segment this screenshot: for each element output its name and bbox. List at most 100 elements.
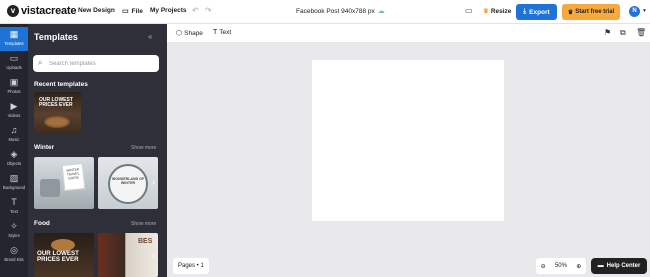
logo[interactable]: v vistacreate: [7, 5, 76, 17]
rail-item-styles[interactable]: ✧ Styles: [0, 219, 28, 243]
zoom-value[interactable]: 50%: [555, 263, 567, 269]
panel-title: Templates: [34, 32, 78, 42]
thumbnail-text: BES: [138, 238, 153, 245]
uploads-icon: ▭: [9, 53, 19, 63]
chat-icon: ▬: [597, 263, 604, 269]
photos-icon: ▣: [9, 77, 19, 87]
winter-photo: [40, 179, 60, 197]
thumbnail-text: OUR LOWEST PRICES EVER: [39, 97, 73, 108]
file-menu[interactable]: ▭ File: [122, 7, 143, 15]
rail-label: Styles: [8, 233, 20, 238]
food-plate-image: [44, 116, 70, 128]
crown-icon: ♛: [483, 8, 489, 15]
document-title-text: Facebook Post 940x788 px: [296, 8, 375, 15]
left-rail: ▦ Templates ▭ Uploads ▣ Photos ▶ Videos ♫ Mus…: [0, 24, 28, 277]
search-input[interactable]: [49, 57, 155, 70]
rail-item-uploads[interactable]: ▭ Uploads: [0, 51, 28, 75]
text-tool-button[interactable]: T Text: [213, 29, 231, 36]
text-label: Text: [219, 29, 232, 36]
search-icon: ⌕: [38, 58, 43, 67]
brand-kits-icon: ◎: [10, 245, 18, 255]
text-icon: T: [213, 29, 218, 36]
food-heading: Food: [34, 220, 50, 227]
file-menu-label: File: [131, 8, 143, 15]
rail-item-objects[interactable]: ◈ Objects: [0, 147, 28, 171]
thumbnail-text: OUR LOWEST PRICES EVER: [37, 250, 79, 263]
preview-monitor-icon[interactable]: ▭: [465, 6, 473, 15]
help-center-button[interactable]: ▬ Help Center: [591, 258, 647, 274]
rail-label: Videos: [7, 113, 21, 118]
shape-tool-button[interactable]: ⬡ Shape: [176, 29, 203, 37]
rail-item-brand-kits[interactable]: ◎ Brand Kits: [0, 243, 28, 267]
crown-icon: ♛: [567, 9, 574, 16]
new-design-menu[interactable]: New Design: [78, 7, 115, 14]
trial-label: Start free trial: [575, 9, 615, 15]
search-box[interactable]: ⌕: [33, 55, 159, 72]
canvas-area: Pages • 1 ⊖ 50% ⊕ ▬ Help Center: [167, 43, 650, 277]
bookmark-icon[interactable]: ⚑: [604, 28, 611, 37]
zoom-in-icon[interactable]: ⊕: [576, 263, 581, 270]
zoom-out-icon[interactable]: ⊖: [541, 263, 546, 270]
export-label: Export: [529, 8, 550, 16]
undo-icon[interactable]: ↶: [192, 6, 199, 15]
logo-wordmark: vistacreate: [21, 5, 77, 17]
thumbnail-text: WONDERLAND OF WINTER: [111, 177, 145, 185]
my-projects-menu[interactable]: My Projects: [150, 7, 187, 14]
zoom-control: ⊖ 50% ⊕: [536, 258, 586, 274]
duplicate-icon[interactable]: ⧉: [620, 28, 626, 38]
rail-label: Templates: [4, 41, 24, 46]
objects-icon: ◈: [10, 149, 18, 159]
text-icon: T: [11, 197, 17, 207]
template-thumbnail-winter-1[interactable]: WINTER TRAVEL GUIDE: [34, 157, 94, 209]
pages-button[interactable]: Pages • 1: [173, 258, 209, 274]
templates-icon: ▦: [9, 29, 19, 39]
export-button[interactable]: ⤓ Export: [516, 4, 557, 20]
background-icon: ▨: [9, 173, 19, 183]
rail-item-photos[interactable]: ▣ Photos: [0, 75, 28, 99]
rail-item-music[interactable]: ♫ Music: [0, 123, 28, 147]
template-thumbnail-food-2[interactable]: BES: [98, 233, 158, 277]
top-bar: v vistacreate New Design ▭ File My Projec…: [0, 0, 650, 24]
cloud-saved-icon: ☁: [377, 8, 385, 15]
delete-icon[interactable]: 🗑: [636, 28, 646, 37]
rail-label: Brand Kits: [4, 257, 24, 262]
rail-label: Photos: [7, 89, 21, 94]
design-artboard[interactable]: [312, 60, 504, 221]
winter-heading: Winter: [34, 144, 55, 151]
rail-label: Music: [8, 137, 20, 142]
rail-item-templates[interactable]: ▦ Templates: [0, 27, 28, 51]
shape-icon: ⬡: [176, 30, 183, 37]
logo-mark-icon: v: [7, 5, 19, 17]
rail-item-text[interactable]: T Text: [0, 195, 28, 219]
template-thumbnail-recent[interactable]: OUR LOWEST PRICES EVER: [34, 92, 81, 133]
resize-button[interactable]: ♛ Resize: [483, 7, 511, 15]
rail-label: Uploads: [6, 65, 22, 70]
templates-panel: Templates « ⌕ Recent templates OUR LOWES…: [28, 24, 167, 277]
template-thumbnail-food-1[interactable]: OUR LOWEST PRICES EVER: [34, 233, 94, 277]
winter-show-more-link[interactable]: Show more: [131, 145, 156, 151]
start-free-trial-button[interactable]: ♛ Start free trial: [562, 4, 620, 20]
redo-icon[interactable]: ↷: [205, 6, 212, 15]
chevron-down-icon[interactable]: ▼: [642, 8, 647, 14]
videos-icon: ▶: [10, 101, 18, 111]
download-icon: ⤓: [523, 8, 527, 15]
editor-toolbar: ⬡ Shape T Text ⚑ ⧉ 🗑: [167, 24, 650, 43]
resize-label: Resize: [490, 8, 512, 15]
collapse-panel-icon[interactable]: «: [148, 32, 152, 41]
template-thumbnail-winter-2[interactable]: WONDERLAND OF WINTER: [98, 157, 158, 209]
help-label: Help Center: [606, 263, 641, 269]
rail-item-videos[interactable]: ▶ Videos: [0, 99, 28, 123]
recent-templates-heading: Recent templates: [34, 81, 88, 88]
thumbnail-text: WINTER TRAVEL GUIDE: [61, 162, 86, 192]
avatar[interactable]: N: [629, 6, 640, 17]
food-show-more-link[interactable]: Show more: [131, 221, 156, 227]
food-next-arrow-icon[interactable]: ›: [152, 250, 155, 260]
shape-label: Shape: [184, 30, 203, 37]
document-title[interactable]: Facebook Post 940x788 px ☁: [296, 7, 385, 15]
rail-item-background[interactable]: ▨ Background: [0, 171, 28, 195]
winter-next-arrow-icon[interactable]: ›: [152, 177, 155, 187]
music-icon: ♫: [10, 125, 18, 135]
rail-label: Text: [10, 209, 18, 214]
rail-label: Objects: [6, 161, 22, 166]
styles-icon: ✧: [10, 221, 18, 231]
